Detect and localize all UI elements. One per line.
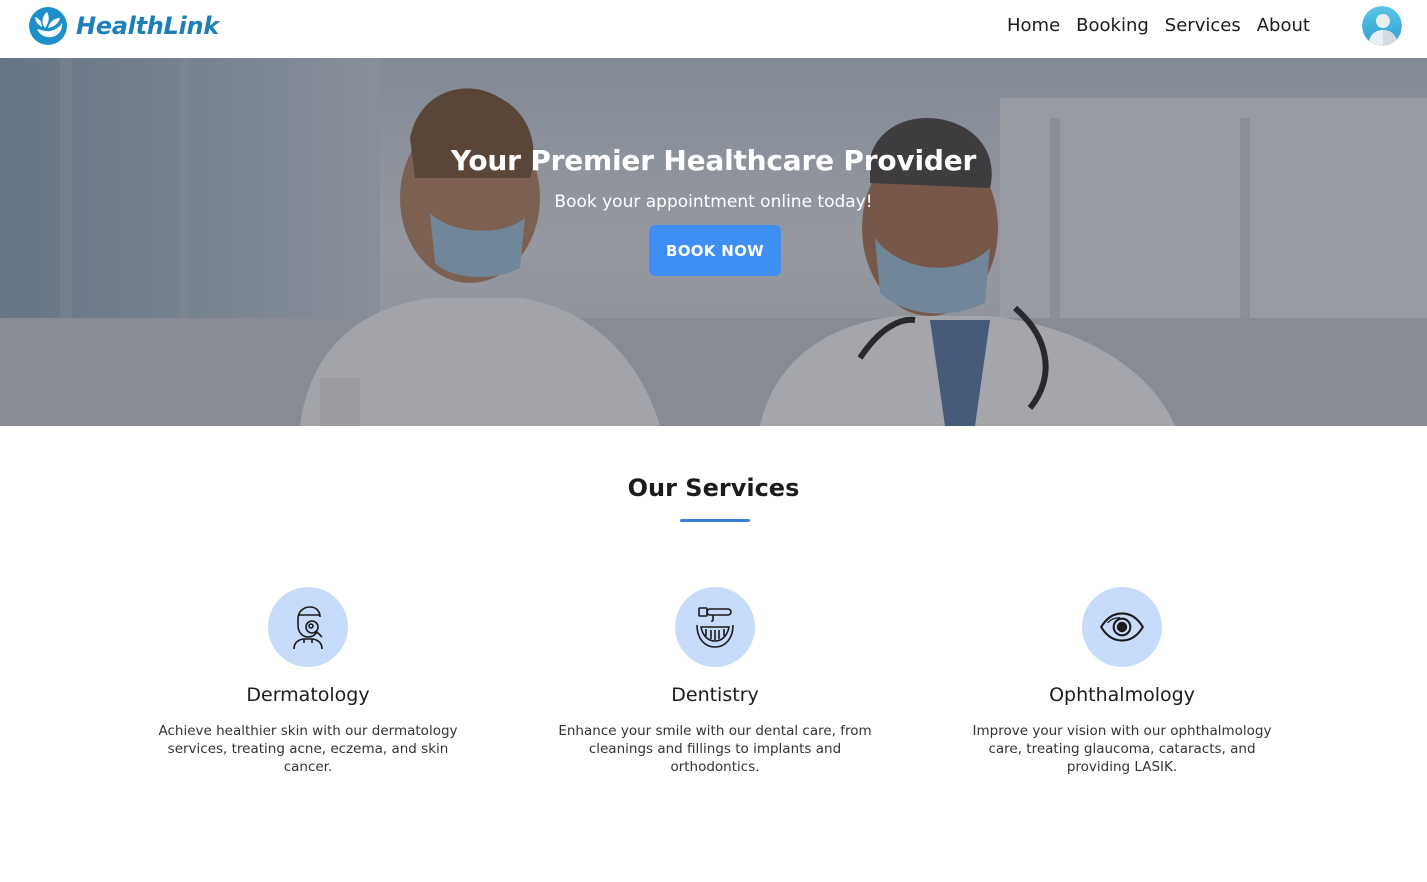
service-icon-wrap (1082, 587, 1162, 667)
nav-home[interactable]: Home (1007, 15, 1060, 36)
service-description: Enhance your smile with our dental care,… (558, 723, 872, 775)
site-header: HealthLink Home Booking Services About (0, 0, 1427, 58)
book-now-button[interactable]: BOOK NOW (649, 225, 781, 276)
nav-services[interactable]: Services (1165, 15, 1241, 36)
brand-logo[interactable]: HealthLink (28, 6, 219, 46)
leaf-hand-icon (29, 7, 67, 45)
service-title: Dermatology (246, 684, 370, 706)
service-title: Dentistry (671, 684, 759, 706)
service-description: Achieve healthier skin with our dermatol… (158, 723, 458, 775)
dermatology-magnifier-icon (293, 606, 323, 650)
nav-about[interactable]: About (1257, 15, 1310, 36)
service-icon-wrap (675, 587, 755, 667)
brand-name: HealthLink (76, 12, 219, 40)
main-nav: Home Booking Services About (1007, 15, 1310, 36)
services-heading: Our Services (627, 474, 800, 502)
hero-section: Your Premier Healthcare Provider Book yo… (0, 58, 1427, 426)
services-underline (680, 519, 750, 522)
user-avatar[interactable] (1362, 6, 1402, 46)
service-icon-wrap (268, 587, 348, 667)
service-card-dentistry[interactable]: Dentistry Enhance your smile with our de… (545, 587, 885, 776)
dental-tool-icon (696, 607, 734, 648)
hero-title: Your Premier Healthcare Provider (450, 144, 977, 177)
hero-subtitle: Book your appointment online today! (554, 192, 873, 212)
nav-booking[interactable]: Booking (1076, 15, 1149, 36)
user-avatar-icon (1362, 6, 1402, 46)
service-title: Ophthalmology (1049, 684, 1195, 706)
eye-icon (1099, 612, 1145, 642)
service-card-ophthalmology[interactable]: Ophthalmology Improve your vision with o… (952, 587, 1292, 776)
service-description: Improve your vision with our ophthalmolo… (972, 723, 1272, 775)
service-card-dermatology[interactable]: Dermatology Achieve healthier skin with … (138, 587, 478, 776)
